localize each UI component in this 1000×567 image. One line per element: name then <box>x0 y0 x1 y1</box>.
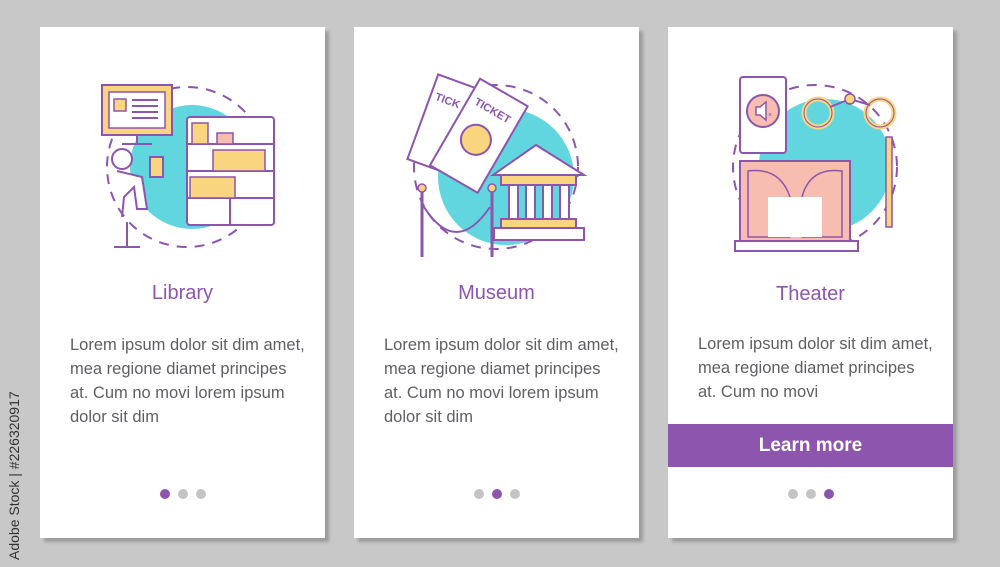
page-dot-1[interactable] <box>787 489 798 499</box>
page-indicator <box>354 489 639 499</box>
page-indicator <box>668 489 953 499</box>
page-dot-2[interactable] <box>177 489 188 499</box>
onboarding-card-theater: × Theater Lorem ipsum dolor sit dim amet… <box>668 27 953 538</box>
onboarding-card-library: Library Lorem ipsum dolor sit dim amet, … <box>40 27 325 538</box>
page-dot-1[interactable] <box>473 489 484 499</box>
page-dot-3[interactable] <box>195 489 206 499</box>
page-dot-1[interactable] <box>159 489 170 499</box>
onboarding-card-museum: TICK TICKET Museum Lorem ipsum dolor sit… <box>354 27 639 538</box>
stock-watermark: Adobe Stock | #226320917 <box>6 391 22 560</box>
svg-text:×: × <box>768 112 772 119</box>
card-description: Lorem ipsum dolor sit dim amet, mea regi… <box>70 336 305 426</box>
page-dot-2[interactable] <box>805 489 816 499</box>
card-title: Museum <box>458 282 535 304</box>
card-title: Theater <box>776 283 845 305</box>
page-dot-3[interactable] <box>823 489 834 499</box>
page-dot-3[interactable] <box>509 489 520 499</box>
library-reader-icon <box>101 84 275 248</box>
card-description: Lorem ipsum dolor sit dim amet, mea regi… <box>384 336 619 426</box>
card-title: Library <box>151 282 214 304</box>
learn-more-button[interactable]: Learn more <box>668 424 953 467</box>
page-dot-2[interactable] <box>491 489 502 499</box>
page-indicator <box>40 489 325 499</box>
card-description: Lorem ipsum dolor sit dim amet, mea regi… <box>698 335 933 401</box>
museum-tickets-icon: TICK TICKET <box>406 73 588 257</box>
theater-stage-icon: × <box>732 76 898 252</box>
